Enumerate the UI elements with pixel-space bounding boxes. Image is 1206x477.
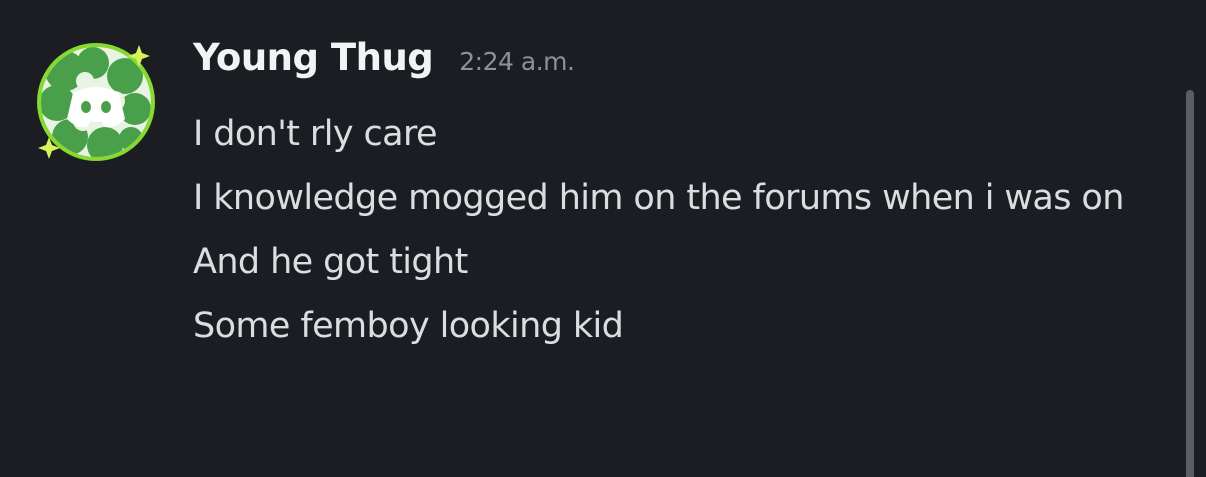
user-avatar[interactable] bbox=[35, 41, 157, 163]
message-timestamp[interactable]: 2:24 a.m. bbox=[459, 47, 575, 76]
message-line: I don't rly care bbox=[193, 114, 438, 154]
message-line: Some femboy looking kid bbox=[193, 306, 624, 346]
message: Young Thug 2:24 a.m. I don't rly care I … bbox=[193, 36, 1153, 358]
author-name[interactable]: Young Thug bbox=[193, 36, 434, 79]
message-header: Young Thug 2:24 a.m. bbox=[193, 36, 1153, 92]
chat-view: Young Thug 2:24 a.m. I don't rly care I … bbox=[0, 0, 1206, 477]
scrollbar-thumb[interactable] bbox=[1186, 90, 1194, 477]
message-line: I knowledge mogged him on the forums whe… bbox=[193, 178, 1124, 218]
discord-avatar-icon bbox=[37, 43, 155, 161]
message-line: And he got tight bbox=[193, 242, 468, 282]
message-content: I don't rly care I knowledge mogged him … bbox=[193, 102, 1153, 358]
